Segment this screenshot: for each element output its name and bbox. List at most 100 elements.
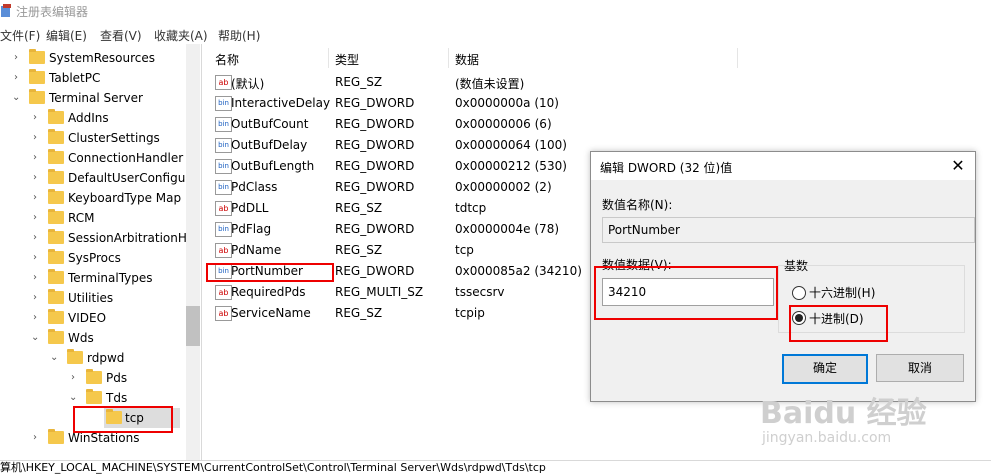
tree-item-label: SystemResources: [49, 51, 156, 65]
highlight-value-data: [594, 266, 778, 320]
folder-icon: [48, 289, 64, 304]
binary-value-icon: bin: [215, 138, 232, 153]
tree-item-label: ClusterSettings: [68, 131, 160, 145]
folder-icon: [86, 369, 102, 384]
radio-hex-label[interactable]: 十六进制(H): [809, 284, 875, 301]
value-data: 0x00000064 (100): [455, 138, 567, 152]
list-item[interactable]: bin InteractiveDelay REG_DWORD 0x0000000…: [206, 93, 746, 114]
value-type: REG_SZ: [335, 306, 383, 320]
key-tree[interactable]: › SystemResources › TabletPC ⌄ Terminal …: [0, 44, 202, 460]
tree-item-label: Tds: [106, 391, 128, 405]
value-data: 0x000085a2 (34210): [455, 264, 582, 278]
expand-chevron-icon[interactable]: ›: [33, 248, 45, 268]
regedit-icon: [1, 4, 11, 17]
tree-item-label: DefaultUserConfigur: [68, 171, 191, 185]
expand-chevron-icon[interactable]: ›: [71, 368, 83, 388]
tree-item-label: VIDEO: [68, 311, 107, 325]
value-name: RequiredPds: [231, 285, 306, 299]
expand-chevron-icon[interactable]: ›: [33, 308, 45, 328]
expand-chevron-icon[interactable]: ›: [33, 288, 45, 308]
folder-icon: [67, 349, 83, 364]
value-type: REG_DWORD: [335, 138, 415, 152]
cancel-button[interactable]: 取消: [876, 354, 964, 382]
tree-item-label: Utilities: [68, 291, 114, 305]
value-data: 0x0000000a (10): [455, 96, 559, 110]
expand-chevron-icon[interactable]: ›: [33, 128, 45, 148]
column-divider[interactable]: [328, 48, 329, 68]
close-icon[interactable]: ✕: [947, 156, 969, 176]
value-type: REG_MULTI_SZ: [335, 285, 424, 299]
menu-edit[interactable]: 编辑(E): [46, 27, 87, 44]
tree-item-label: RCM: [68, 211, 95, 225]
folder-icon: [29, 89, 45, 104]
expand-chevron-icon[interactable]: ›: [33, 108, 45, 128]
expand-chevron-icon[interactable]: ›: [14, 48, 26, 68]
string-value-icon: ab: [215, 243, 232, 258]
tree-item-label: SysProcs: [68, 251, 121, 265]
value-type: REG_SZ: [335, 243, 383, 257]
radio-hex[interactable]: [792, 286, 806, 300]
collapse-chevron-icon[interactable]: ⌄: [31, 328, 43, 348]
string-value-icon: ab: [215, 306, 232, 321]
tree-item-label: Pds: [106, 371, 128, 385]
highlight-tcp-key: [73, 406, 173, 433]
column-header-type[interactable]: 类型: [335, 51, 359, 68]
value-data: 0x00000212 (530): [455, 159, 567, 173]
value-data: tssecsrv: [455, 285, 505, 299]
expand-chevron-icon[interactable]: ›: [33, 208, 45, 228]
folder-icon: [86, 389, 102, 404]
value-type: REG_DWORD: [335, 159, 415, 173]
value-data: (数值未设置): [455, 77, 525, 91]
expand-chevron-icon[interactable]: ›: [33, 228, 45, 248]
ok-button[interactable]: 确定: [782, 354, 868, 384]
highlight-portnumber: [206, 263, 334, 282]
menu-view[interactable]: 查看(V): [100, 27, 142, 44]
value-name: OutBufDelay: [231, 138, 308, 152]
menu-help[interactable]: 帮助(H): [218, 27, 260, 44]
watermark-brand: Baidu 经验: [760, 396, 927, 431]
tree-item-label: Terminal Server: [49, 91, 143, 105]
dialog-title-bar: 编辑 DWORD (32 位)值 ✕: [591, 152, 975, 180]
expand-chevron-icon[interactable]: ›: [33, 268, 45, 288]
expand-chevron-icon[interactable]: ›: [33, 428, 45, 448]
tree-scrollbar[interactable]: [186, 44, 200, 460]
folder-icon: [48, 209, 64, 224]
value-name-label: 数值名称(N):: [602, 198, 673, 212]
value-data: tcpip: [455, 306, 485, 320]
collapse-chevron-icon[interactable]: ⌄: [12, 88, 24, 108]
column-header-data[interactable]: 数据: [455, 51, 479, 68]
menu-file[interactable]: 文件(F): [0, 27, 40, 44]
collapse-chevron-icon[interactable]: ⌄: [50, 348, 62, 368]
column-divider[interactable]: [737, 48, 738, 68]
folder-icon: [48, 309, 64, 324]
collapse-chevron-icon[interactable]: ⌄: [69, 388, 81, 408]
highlight-decimal: [789, 305, 888, 342]
tree-item-label: ConnectionHandler: [68, 151, 184, 165]
binary-value-icon: bin: [215, 159, 232, 174]
expand-chevron-icon[interactable]: ›: [33, 188, 45, 208]
expand-chevron-icon[interactable]: ›: [33, 168, 45, 188]
column-divider[interactable]: [448, 48, 449, 68]
binary-value-icon: bin: [215, 117, 232, 132]
folder-icon: [48, 169, 64, 184]
column-header-name[interactable]: 名称: [215, 51, 239, 68]
status-bar-path: 算机\HKEY_LOCAL_MACHINE\SYSTEM\CurrentCont…: [0, 460, 991, 475]
tree-item-label: KeyboardType Map: [68, 191, 182, 205]
value-type: REG_SZ: [335, 201, 383, 215]
expand-chevron-icon[interactable]: ›: [33, 148, 45, 168]
value-name: PdClass: [231, 180, 278, 194]
value-name: (默认): [231, 77, 265, 91]
string-value-icon: ab: [215, 285, 232, 300]
value-data: tcp: [455, 243, 474, 257]
list-header: 名称 类型 数据: [206, 48, 746, 68]
folder-icon: [48, 189, 64, 204]
list-item[interactable]: ab (默认) REG_SZ (数值未设置): [206, 72, 746, 93]
menu-favorites[interactable]: 收藏夹(A): [154, 27, 208, 44]
folder-icon: [29, 49, 45, 64]
folder-icon: [48, 129, 64, 144]
value-name: OutBufLength: [231, 159, 315, 173]
folder-icon: [29, 69, 45, 84]
list-item[interactable]: bin OutBufCount REG_DWORD 0x00000006 (6): [206, 114, 746, 135]
tree-scrollbar-thumb[interactable]: [186, 306, 200, 346]
expand-chevron-icon[interactable]: ›: [14, 68, 26, 88]
